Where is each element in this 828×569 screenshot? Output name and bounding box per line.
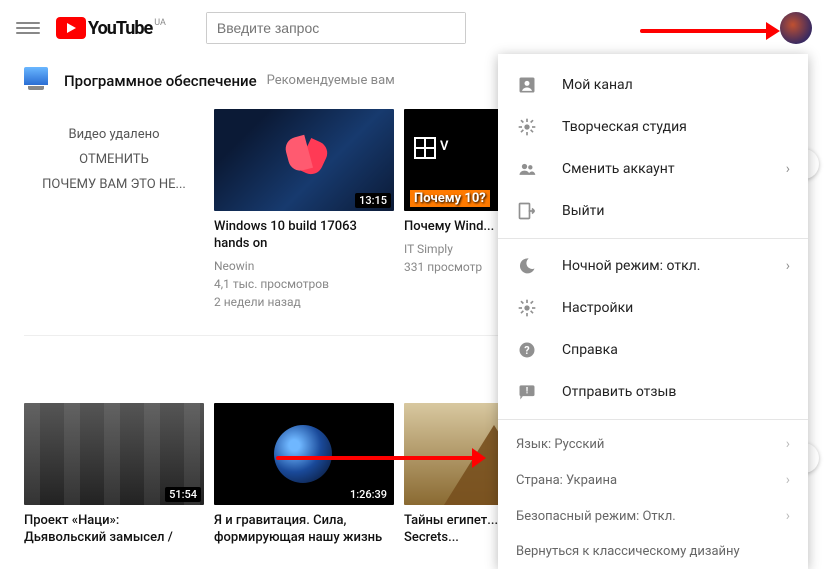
undo-button[interactable]: ОТМЕНИТЬ xyxy=(24,152,204,167)
youtube-play-icon xyxy=(56,17,86,39)
logo-text: YouTube xyxy=(88,18,152,39)
menu-item[interactable]: Язык: Русский › xyxy=(498,426,808,462)
video-card: 51:54 Проект «Наци»: Дьявольский замысел… xyxy=(24,403,204,547)
menu-label: Выйти xyxy=(562,203,605,219)
menu-label: Язык: Русский xyxy=(516,437,604,452)
thumb-text-overlay: Почему 10? xyxy=(410,190,490,207)
menu-label: Ночной режим: откл. xyxy=(562,258,700,274)
age: 2 недели назад xyxy=(214,293,394,311)
video-card: 13:15 Windows 10 build 17063 hands on Ne… xyxy=(214,109,394,311)
menu-item[interactable]: Мой канал xyxy=(498,64,808,106)
video-thumbnail[interactable]: 51:54 xyxy=(24,403,204,505)
logo-region: UA xyxy=(154,18,166,28)
youtube-logo[interactable]: YouTube UA xyxy=(56,17,166,39)
menu-item[interactable]: Страна: Украина › xyxy=(498,462,808,498)
software-icon xyxy=(24,67,52,95)
duration-badge: 13:15 xyxy=(355,193,391,208)
menu-item[interactable]: Ночной режим: откл. › xyxy=(498,245,808,287)
video-title[interactable]: Проект «Наци»: Дьявольский замысел / xyxy=(24,513,204,547)
menu-item[interactable]: Выйти xyxy=(498,190,808,232)
video-meta: Neowin 4,1 тыс. просмотров 2 недели наза… xyxy=(214,257,394,311)
shelf-subtitle: Рекомендуемые вам xyxy=(267,73,395,88)
separator xyxy=(498,419,808,420)
video-title[interactable]: Я и гравитация. Сила, формирующая нашу ж… xyxy=(214,513,394,547)
chevron-right-icon: › xyxy=(786,436,790,452)
menu-label: Безопасный режим: Откл. xyxy=(516,509,676,524)
menu-label: Настройки xyxy=(562,300,633,316)
chevron-right-icon: › xyxy=(786,258,790,274)
duration-badge: 51:54 xyxy=(165,487,201,502)
deleted-video-card: Видео удалено ОТМЕНИТЬ ПОЧЕМУ ВАМ ЭТО НЕ… xyxy=(24,109,204,311)
annotation-arrow-avatar xyxy=(640,24,780,34)
help-icon: ? xyxy=(516,339,538,361)
logout-icon xyxy=(516,200,538,222)
menu-label: Сменить аккаунт xyxy=(562,161,675,177)
video-title[interactable]: Windows 10 build 17063 hands on xyxy=(214,219,394,253)
menu-label: Отправить отзыв xyxy=(562,384,676,400)
menu-item[interactable]: Безопасный режим: Откл. › xyxy=(498,498,808,534)
menu-icon[interactable] xyxy=(16,19,40,37)
account-menu: Мой канал Творческая студия Сменить аккаун… xyxy=(498,54,808,569)
deleted-message: Видео удалено xyxy=(24,127,204,142)
menu-item[interactable]: Творческая студия xyxy=(498,106,808,148)
svg-text:?: ? xyxy=(524,344,529,357)
gear-icon xyxy=(516,297,538,319)
gear-icon xyxy=(516,116,538,138)
menu-item[interactable]: ? Справка xyxy=(498,329,808,371)
svg-text:!: ! xyxy=(526,387,528,397)
menu-item[interactable]: ! Отправить отзыв xyxy=(498,371,808,413)
menu-label: Мой канал xyxy=(562,77,633,93)
feedback-icon: ! xyxy=(516,381,538,403)
people-icon xyxy=(516,158,538,180)
menu-label: Справка xyxy=(562,342,618,358)
views: 4,1 тыс. просмотров xyxy=(214,275,394,293)
menu-item[interactable]: Настройки xyxy=(498,287,808,329)
moon-icon xyxy=(516,255,538,277)
menu-label: Вернуться к классическому дизайну xyxy=(516,544,740,559)
menu-item[interactable]: Сменить аккаунт › xyxy=(498,148,808,190)
video-thumbnail[interactable]: 13:15 xyxy=(214,109,394,211)
menu-label: Творческая студия xyxy=(562,119,687,135)
chevron-right-icon: › xyxy=(786,161,790,177)
channel-name[interactable]: Neowin xyxy=(214,257,394,275)
annotation-arrow-safemode xyxy=(276,444,486,468)
search-input[interactable] xyxy=(207,13,465,43)
shelf-title[interactable]: Программное обеспечение xyxy=(64,72,257,90)
menu-label: Страна: Украина xyxy=(516,473,617,488)
why-button[interactable]: ПОЧЕМУ ВАМ ЭТО НЕ... xyxy=(24,177,204,192)
video-card: 1:26:39 Я и гравитация. Сила, формирующа… xyxy=(214,403,394,547)
search-box[interactable] xyxy=(206,12,466,44)
menu-item[interactable]: Вернуться к классическому дизайну xyxy=(498,534,808,569)
chevron-right-icon: › xyxy=(786,472,790,488)
duration-badge: 1:26:39 xyxy=(346,487,391,502)
chevron-right-icon: › xyxy=(786,508,790,524)
avatar[interactable] xyxy=(780,12,812,44)
separator xyxy=(498,238,808,239)
account-box-icon xyxy=(516,74,538,96)
